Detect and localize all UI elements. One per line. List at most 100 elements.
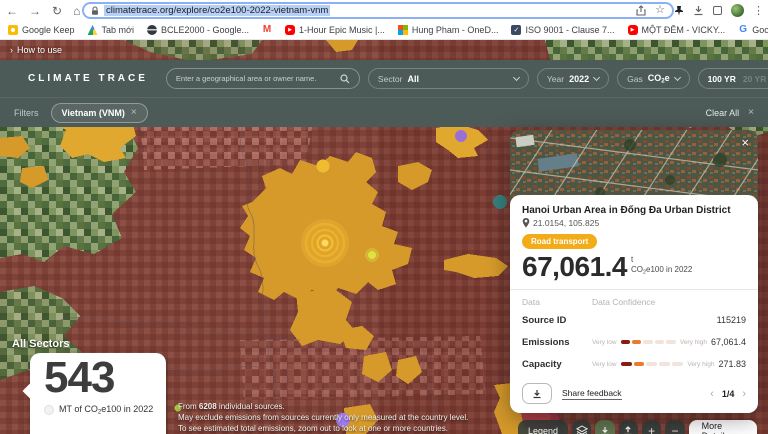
gwp-horizon-toggle: 100 YR 20 YR: [698, 68, 768, 89]
map-upload-button[interactable]: [619, 420, 638, 434]
confidence-bar: [621, 340, 676, 344]
source-coordinates: 21.0154, 105.825: [522, 218, 746, 228]
gas-dropdown[interactable]: Gas CO2e: [617, 68, 690, 89]
next-page-icon[interactable]: ›: [742, 388, 746, 400]
prev-page-icon[interactable]: ‹: [710, 388, 714, 400]
globe-icon: [147, 25, 157, 35]
youtube-icon: ▶: [285, 25, 295, 35]
address-bar[interactable]: climatetrace.org/explore/co2e100-2022-vi…: [82, 2, 674, 19]
minus-icon: −: [671, 425, 678, 434]
year-dropdown[interactable]: Year 2022: [537, 68, 609, 89]
app-header: CLIMATE TRACE Sector All Year 2022 Gas C…: [0, 60, 768, 97]
microsoft-icon: [398, 25, 408, 35]
download-button[interactable]: [522, 383, 552, 404]
home-icon[interactable]: ⌂: [73, 5, 80, 17]
bookmark-onedrive[interactable]: Hung Pham - OneD...: [398, 25, 499, 35]
source-title: Hanoi Urban Area in Đống Đa Urban Distri…: [522, 205, 746, 216]
filter-chip-vietnam[interactable]: Vietnam (VNM) ×: [51, 103, 148, 123]
menu-icon[interactable]: ⋮: [753, 4, 764, 17]
legend-button[interactable]: Legend: [518, 420, 568, 434]
browser-toolbar: ← → ↻ ⌂ climatetrace.org/explore/co2e100…: [0, 0, 768, 21]
panel-pager: ‹ 1/4 ›: [710, 388, 746, 400]
close-panel-icon[interactable]: ×: [741, 135, 749, 150]
search-input[interactable]: [176, 74, 336, 83]
row-source-id: Source ID 115219: [522, 309, 746, 331]
reload-icon[interactable]: ↻: [52, 5, 62, 17]
chevron-down-icon: [593, 73, 600, 80]
filters-label: Filters: [14, 108, 39, 118]
download-icon: [600, 426, 610, 434]
browser-window: ← → ↻ ⌂ climatetrace.org/explore/co2e100…: [0, 0, 768, 434]
all-sectors-label: All Sectors: [12, 338, 69, 350]
zoom-out-button[interactable]: −: [665, 420, 684, 434]
upload-icon: [623, 426, 633, 434]
climate-trace-logo[interactable]: CLIMATE TRACE: [28, 73, 148, 84]
more-details-button[interactable]: More Details: [689, 420, 757, 434]
emissions-value: 67,061.4: [522, 252, 627, 281]
sector-dropdown[interactable]: Sector All: [368, 68, 529, 89]
bookmark-google-keep[interactable]: Google Keep: [8, 25, 75, 35]
notes-line-3: To see estimated total emissions, zoom o…: [178, 423, 468, 434]
sector-badge: Road transport: [522, 234, 597, 249]
bookmark-gmail[interactable]: M: [262, 25, 272, 35]
page-indicator: 1/4: [722, 389, 735, 399]
share-icon[interactable]: [636, 5, 646, 16]
source-detail-panel: × Hanoi Urban Area in Đống Đa Urban Dist…: [510, 130, 758, 413]
bookmark-tab-moi[interactable]: Tab mới: [88, 25, 134, 35]
clear-all-filters[interactable]: Clear All ×: [706, 107, 754, 118]
how-to-use-link[interactable]: › How to use: [10, 45, 62, 55]
side-panel-icon[interactable]: [713, 6, 722, 15]
url-text[interactable]: climatetrace.org/explore/co2e100-2022-vi…: [104, 5, 330, 16]
layers-icon: [576, 425, 588, 434]
profile-avatar[interactable]: [731, 4, 744, 17]
chevron-down-icon: [674, 73, 681, 80]
bookmark-epic-music[interactable]: ▶1-Hour Epic Music |...: [285, 25, 385, 35]
forward-icon[interactable]: →: [29, 5, 41, 17]
column-header-data: Data: [522, 297, 540, 307]
toggle-100yr[interactable]: 100 YR: [708, 74, 736, 84]
confidence-bar: [621, 362, 684, 366]
chevron-down-icon: [513, 73, 520, 80]
bookmark-bcle2000[interactable]: BCLE2000 - Google...: [147, 25, 249, 35]
row-capacity: Capacity Very low Very high 271.83: [522, 353, 746, 375]
lock-icon: [91, 6, 99, 16]
extension-pin-icon[interactable]: [674, 5, 684, 16]
map-download-button[interactable]: [595, 420, 614, 434]
bookmark-google[interactable]: GGoogle: [738, 25, 768, 35]
notes-line-2: May exclude emissions from sources curre…: [178, 412, 468, 423]
search-box[interactable]: [166, 68, 360, 89]
back-icon[interactable]: ←: [6, 5, 18, 17]
toggle-20yr[interactable]: 20 YR: [743, 74, 766, 84]
close-icon: ×: [748, 107, 754, 118]
zoom-in-button[interactable]: +: [642, 420, 661, 434]
check-icon: ✓: [511, 25, 521, 35]
selected-source-marker[interactable]: [301, 219, 349, 267]
search-icon: [340, 74, 350, 84]
gmail-icon: M: [262, 25, 272, 35]
bookmark-iso9001[interactable]: ✓ISO 9001 - Clause 7...: [511, 25, 614, 35]
country-total-unit: MT of CO2e100 in 2022: [44, 404, 158, 416]
chevron-right-icon: ›: [10, 45, 13, 55]
plus-icon: +: [648, 425, 655, 434]
bookmarks-bar: Google Keep Tab mới BCLE2000 - Google...…: [0, 21, 768, 40]
remove-filter-icon[interactable]: ×: [131, 107, 137, 118]
location-pin-icon: [522, 218, 530, 228]
google-icon: G: [738, 25, 748, 35]
bookmark-star-icon[interactable]: ☆: [655, 5, 665, 16]
keep-icon: [8, 25, 18, 35]
country-total-card: 543 MT of CO2e100 in 2022: [30, 353, 166, 434]
youtube-icon: ▶: [628, 25, 638, 35]
download-icon: [532, 389, 542, 399]
emissions-unit: t CO2e100 in 2022: [631, 252, 692, 275]
notes-line-1: From 6208 individual sources.: [178, 401, 468, 412]
share-feedback-link[interactable]: Share feedback: [562, 388, 622, 400]
layers-button[interactable]: [572, 420, 591, 434]
bookmark-mot-dem[interactable]: ▶MỘT ĐÊM - VICKY...: [628, 25, 726, 35]
source-detail-card: Hanoi Urban Area in Đống Đa Urban Distri…: [510, 195, 758, 413]
column-header-data-confidence: Data Confidence: [592, 297, 655, 307]
row-emissions: Emissions Very low Very high 67,061.4: [522, 331, 746, 353]
satellite-thumbnail: ×: [510, 130, 758, 205]
downloads-icon[interactable]: [693, 5, 704, 16]
country-total-value: 543: [44, 355, 158, 401]
filter-bar: Filters Vietnam (VNM) × Clear All ×: [0, 97, 768, 127]
